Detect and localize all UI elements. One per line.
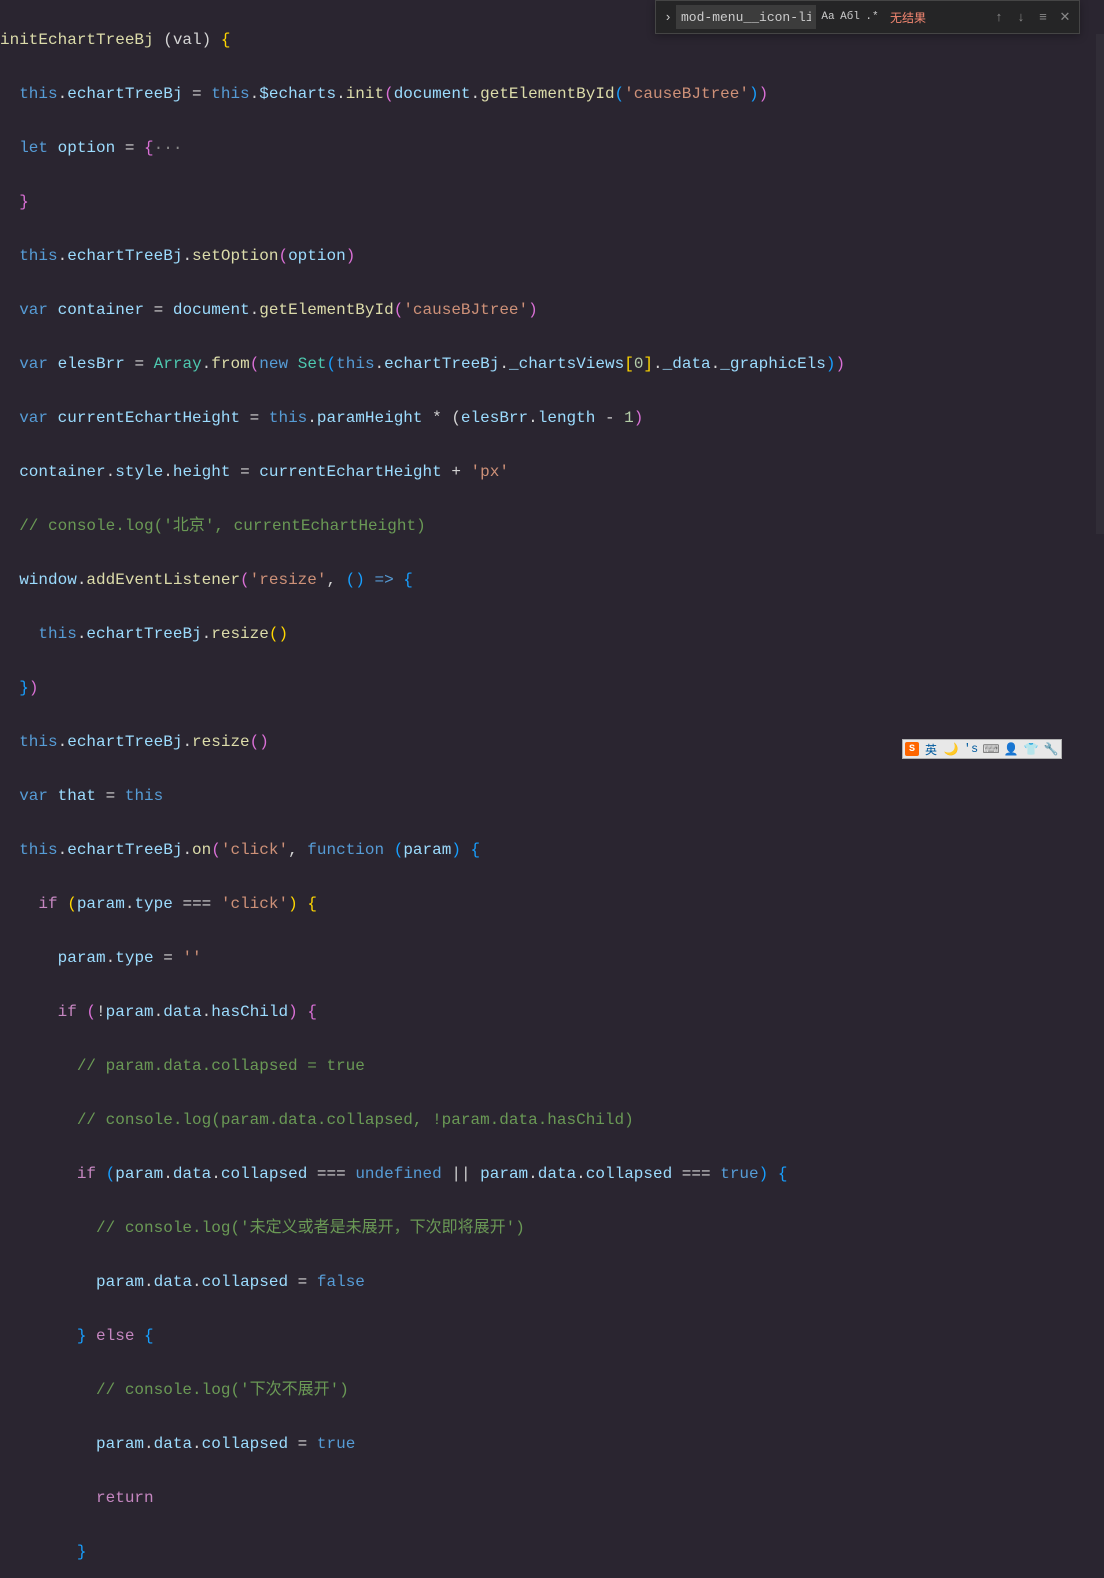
code-text: initEchartTreeBj bbox=[0, 31, 154, 49]
regex-icon[interactable]: .* bbox=[862, 7, 882, 27]
next-match-icon[interactable]: ↓ bbox=[1011, 7, 1031, 27]
toggle-replace-icon[interactable]: › bbox=[660, 1, 676, 33]
ime-language-icon[interactable]: 英 bbox=[923, 741, 939, 757]
ime-punct-icon[interactable]: 's bbox=[963, 741, 979, 757]
minimap[interactable] bbox=[1096, 34, 1104, 534]
search-result-text: 无结果 bbox=[890, 9, 926, 26]
find-widget: › Aa Aбl .* 无结果 ↑ ↓ ≡ ✕ bbox=[655, 0, 1080, 34]
ime-toolbar: S 英 🌙 's ⌨ 👤 👕 🔧 bbox=[902, 739, 1062, 759]
skin-icon[interactable]: 👕 bbox=[1023, 741, 1039, 757]
match-case-icon[interactable]: Aa bbox=[818, 7, 838, 27]
code-editor[interactable]: initEchartTreeBj (val) { this.echartTree… bbox=[0, 0, 1104, 1578]
prev-match-icon[interactable]: ↑ bbox=[989, 7, 1009, 27]
close-icon[interactable]: ✕ bbox=[1055, 7, 1075, 27]
keyboard-icon[interactable]: ⌨ bbox=[983, 741, 999, 757]
settings-icon[interactable]: 🔧 bbox=[1043, 741, 1059, 757]
find-in-selection-icon[interactable]: ≡ bbox=[1033, 7, 1053, 27]
person-icon[interactable]: 👤 bbox=[1003, 741, 1019, 757]
match-whole-word-icon[interactable]: Aбl bbox=[840, 7, 860, 27]
moon-icon[interactable]: 🌙 bbox=[943, 741, 959, 757]
ime-logo-icon[interactable]: S bbox=[905, 742, 919, 756]
search-input[interactable] bbox=[676, 5, 816, 29]
